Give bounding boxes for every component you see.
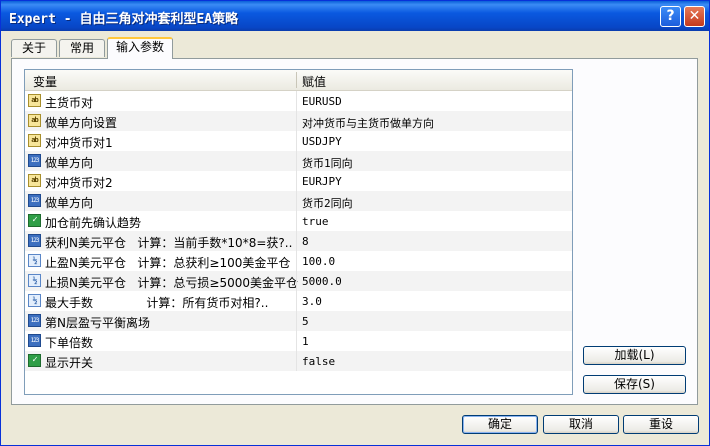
parameter-value[interactable]: 5 <box>302 315 309 328</box>
title-bar[interactable]: Expert - 自由三角对冲套利型EA策略 ? ✕ <box>1 1 709 31</box>
parameter-name: 做单方向 <box>45 156 94 170</box>
tab-panel: 变量 赋值 ab 主货币对 EURUSD ab 做单方向设置 对冲货币与主货币做单方向 ab… <box>11 58 698 405</box>
ok-button[interactable]: 确定 <box>462 415 538 434</box>
table-row[interactable]: 123 做单方向 货币2同向 <box>25 191 572 211</box>
table-header: 变量 赋值 <box>25 70 572 91</box>
type-v2-icon: ½ <box>28 254 41 267</box>
parameter-name: 显示开关 <box>45 356 94 370</box>
parameter-value[interactable]: 1 <box>302 335 309 348</box>
table-row[interactable]: ½ 止盈N美元平仓 计算：总获利≥100美金平仓 100.0 <box>25 251 572 271</box>
cell-divider <box>296 91 297 111</box>
cell-divider <box>296 331 297 351</box>
column-divider[interactable] <box>296 72 297 88</box>
parameter-name: 止损N美元平仓 计算：总亏损≥5000美金平仓 <box>45 276 299 290</box>
table-row[interactable]: 123 获利N美元平仓 计算：当前手数*10*8=获?.. 8 <box>25 231 572 251</box>
cell-divider <box>296 131 297 151</box>
parameter-value[interactable]: 货币1同向 <box>302 155 353 171</box>
close-button[interactable]: ✕ <box>684 6 705 27</box>
type-ab-icon: ab <box>28 94 41 107</box>
type-123-icon: 123 <box>28 234 41 247</box>
type-123-icon: 123 <box>28 334 41 347</box>
parameter-value[interactable]: EURJPY <box>302 175 342 188</box>
table-row[interactable]: ab 做单方向设置 对冲货币与主货币做单方向 <box>25 111 572 131</box>
parameter-value[interactable]: 100.0 <box>302 255 335 268</box>
parameter-name: 加仓前先确认趋势 <box>45 216 142 230</box>
help-icon: ? <box>666 8 675 24</box>
help-button[interactable]: ? <box>660 6 681 27</box>
cell-divider <box>296 171 297 191</box>
type-bool-icon: ✓ <box>28 354 41 367</box>
parameter-value[interactable]: 8 <box>302 235 309 248</box>
type-123-icon: 123 <box>28 314 41 327</box>
cell-divider <box>296 291 297 311</box>
tab-input-parameters[interactable]: 输入参数 <box>107 37 173 59</box>
expert-properties-dialog: Expert - 自由三角对冲套利型EA策略 ? ✕ 关于 常用 输入参数 变量… <box>0 0 710 446</box>
parameter-value[interactable]: USDJPY <box>302 135 342 148</box>
parameter-name: 下单倍数 <box>45 336 94 350</box>
parameter-name: 最大手数 计算：所有货币对相?.. <box>45 296 269 310</box>
parameter-value[interactable]: 货币2同向 <box>302 195 353 211</box>
type-ab-icon: ab <box>28 134 41 147</box>
column-header-value[interactable]: 赋值 <box>302 73 326 90</box>
cell-divider <box>296 351 297 371</box>
load-button[interactable]: 加载(L) <box>583 346 686 365</box>
type-ab-icon: ab <box>28 114 41 127</box>
type-v2-icon: ½ <box>28 294 41 307</box>
cell-divider <box>296 251 297 271</box>
table-row[interactable]: 123 第N层盈亏平衡离场 5 <box>25 311 572 331</box>
tab-common[interactable]: 常用 <box>59 39 105 57</box>
parameter-name: 对冲货币对1 <box>45 136 113 150</box>
parameter-value[interactable]: false <box>302 355 335 368</box>
table-row[interactable]: ab 对冲货币对1 USDJPY <box>25 131 572 151</box>
cell-divider <box>296 151 297 171</box>
reset-button[interactable]: 重设 <box>623 415 699 434</box>
parameter-value[interactable]: EURUSD <box>302 95 342 108</box>
cell-divider <box>296 231 297 251</box>
parameter-name: 第N层盈亏平衡离场 <box>45 316 150 330</box>
parameter-value[interactable]: 5000.0 <box>302 275 342 288</box>
parameter-value[interactable]: 对冲货币与主货币做单方向 <box>302 115 434 131</box>
parameter-name: 止盈N美元平仓 计算：总获利≥100美金平仓 <box>45 256 291 270</box>
parameter-name: 对冲货币对2 <box>45 176 113 190</box>
type-123-icon: 123 <box>28 154 41 167</box>
table-row[interactable]: ab 对冲货币对2 EURJPY <box>25 171 572 191</box>
column-header-variable[interactable]: 变量 <box>33 73 57 90</box>
cell-divider <box>296 311 297 331</box>
parameter-name: 做单方向 <box>45 196 94 210</box>
type-123-icon: 123 <box>28 194 41 207</box>
parameter-value[interactable]: 3.0 <box>302 295 322 308</box>
table-row[interactable]: ½ 最大手数 计算：所有货币对相?.. 3.0 <box>25 291 572 311</box>
save-button[interactable]: 保存(S) <box>583 375 686 394</box>
table-row[interactable]: ✓ 加仓前先确认趋势 true <box>25 211 572 231</box>
cell-divider <box>296 191 297 211</box>
type-bool-icon: ✓ <box>28 214 41 227</box>
parameter-name: 主货币对 <box>45 96 94 110</box>
table-row[interactable]: 123 下单倍数 1 <box>25 331 572 351</box>
parameters-table: 变量 赋值 ab 主货币对 EURUSD ab 做单方向设置 对冲货币与主货币做单方向 ab… <box>24 69 573 395</box>
close-icon: ✕ <box>688 8 701 24</box>
parameter-value[interactable]: true <box>302 215 329 228</box>
cancel-button[interactable]: 取消 <box>543 415 619 434</box>
window-title: Expert - 自由三角对冲套利型EA策略 <box>9 12 239 27</box>
cell-divider <box>296 211 297 231</box>
table-row[interactable]: ½ 止损N美元平仓 计算：总亏损≥5000美金平仓 5000.0 <box>25 271 572 291</box>
type-ab-icon: ab <box>28 174 41 187</box>
table-row[interactable]: 123 做单方向 货币1同向 <box>25 151 572 171</box>
type-v2-icon: ½ <box>28 274 41 287</box>
table-row[interactable]: ab 主货币对 EURUSD <box>25 91 572 111</box>
table-row[interactable]: ✓ 显示开关 false <box>25 351 572 371</box>
parameter-name: 做单方向设置 <box>45 116 118 130</box>
cell-divider <box>296 271 297 291</box>
cell-divider <box>296 111 297 131</box>
tab-about[interactable]: 关于 <box>11 39 57 57</box>
parameter-name: 获利N美元平仓 计算：当前手数*10*8=获?.. <box>45 236 293 250</box>
